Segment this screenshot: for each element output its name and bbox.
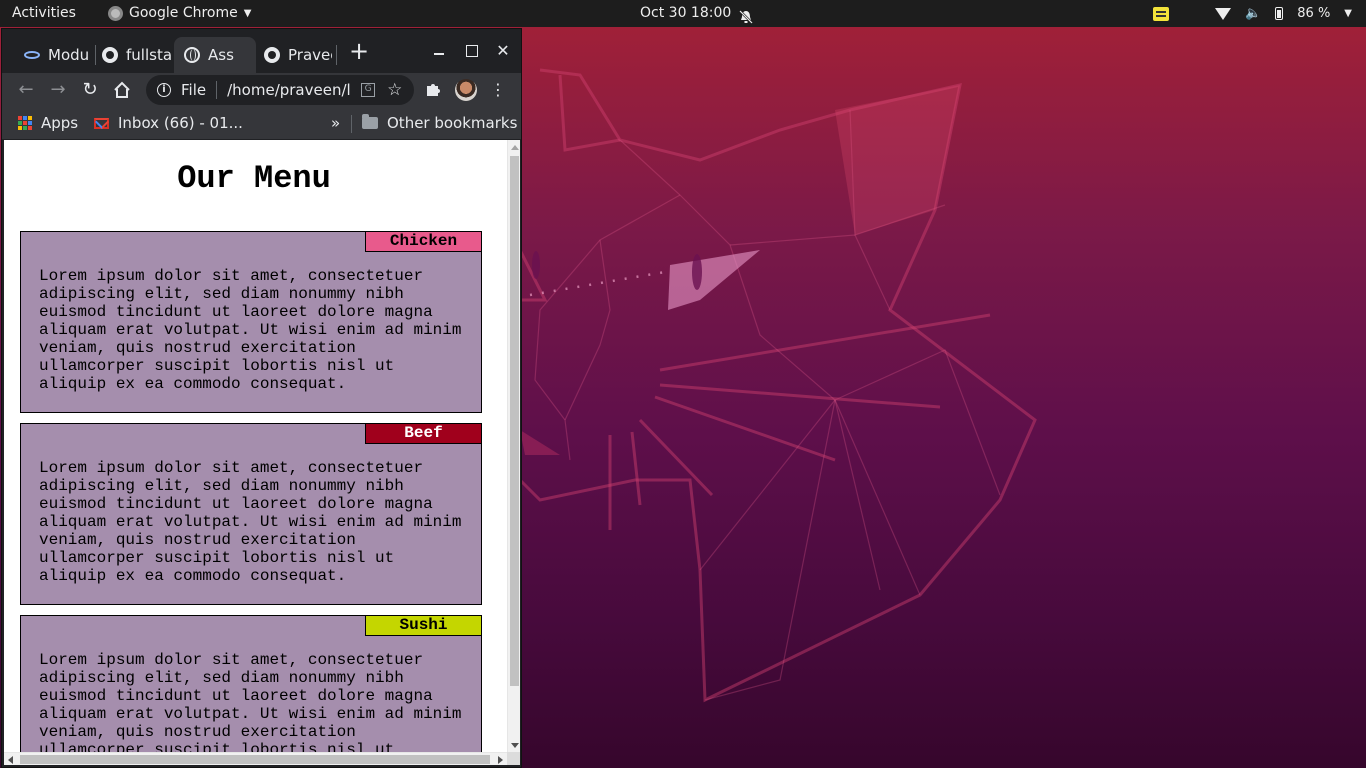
github-icon	[264, 47, 280, 63]
site-chip: File	[181, 81, 207, 99]
bookmark-label: Inbox (66) - 01...	[118, 114, 243, 132]
menu-card-label: Beef	[365, 423, 482, 444]
forward-button[interactable]: →	[45, 77, 71, 103]
menu-card-label: Chicken	[365, 231, 482, 252]
tab-praveen[interactable]: Praveen	[246, 37, 332, 73]
bookmark-apps[interactable]: Apps	[18, 107, 78, 139]
new-tab-button[interactable]: +	[349, 39, 369, 63]
bookmark-star-icon[interactable]: ☆	[387, 80, 402, 100]
gnome-top-bar: Activities Google Chrome ▼ Oct 30 18:00 …	[0, 0, 1366, 27]
tab-label: fullsta	[126, 46, 172, 64]
address-bar[interactable]: i File /home/praveen/l... G ☆	[146, 75, 414, 105]
bookmarks-separator	[351, 115, 352, 133]
infinity-icon	[24, 51, 40, 59]
menu-button[interactable]: ⋮	[485, 77, 511, 103]
scrollbar-corner	[507, 752, 520, 765]
horizontal-scrollbar[interactable]	[4, 752, 507, 765]
bookmark-other[interactable]: Other bookmarks	[362, 107, 517, 139]
profile-avatar[interactable]	[455, 79, 477, 101]
tab-modu[interactable]: Modu	[6, 37, 94, 73]
bookmarks-bar: Apps Inbox (66) - 01... » Other bookmark…	[2, 107, 521, 139]
back-button[interactable]: ←	[13, 77, 39, 103]
chrome-window: Modu fullsta Ass Praveen + ✕ ← → ↻ i Fil…	[1, 28, 522, 768]
app-menu-label: Google Chrome	[129, 5, 238, 21]
scroll-right-arrow-icon[interactable]	[498, 756, 503, 764]
home-button[interactable]	[109, 77, 135, 103]
vertical-scrollbar[interactable]	[507, 140, 520, 752]
activities-button[interactable]: Activities	[12, 0, 76, 27]
extensions-button[interactable]	[420, 77, 446, 103]
chrome-icon	[108, 6, 123, 21]
chevron-down-icon: ▼	[1344, 8, 1352, 19]
bookmarks-overflow-button[interactable]: »	[331, 107, 340, 139]
menu-card-chicken: Chicken Lorem ipsum dolor sit amet, cons…	[20, 231, 482, 413]
reload-button[interactable]: ↻	[77, 77, 103, 103]
omnibox-divider	[216, 81, 218, 99]
battery-icon	[1275, 7, 1284, 20]
scroll-down-arrow-icon[interactable]	[511, 743, 519, 748]
bookmark-inbox[interactable]: Inbox (66) - 01...	[94, 107, 243, 139]
menu-card-text: Lorem ipsum dolor sit amet, consectetuer…	[39, 651, 462, 752]
chevron-down-icon: ▼	[243, 8, 252, 19]
close-window-button[interactable]: ✕	[493, 41, 513, 61]
notifications-muted-icon	[739, 7, 754, 24]
overflow-chevron: »	[331, 114, 341, 132]
volume-muted-icon: 🔈	[1245, 6, 1262, 21]
clock-label: Oct 30 18:00	[640, 5, 732, 21]
horizontal-scroll-thumb[interactable]	[20, 755, 490, 764]
menu-card-sushi: Sushi Lorem ipsum dolor sit amet, consec…	[20, 615, 482, 752]
menu-card-text: Lorem ipsum dolor sit amet, consectetuer…	[39, 267, 462, 393]
system-tray[interactable]: 🔈 86 % ▼	[1153, 0, 1352, 27]
tab-fullstack[interactable]: fullsta	[84, 37, 172, 73]
url-text[interactable]: /home/praveen/l...	[227, 81, 351, 99]
tab-label: Modu	[48, 46, 90, 64]
translate-icon[interactable]: G	[361, 83, 376, 97]
scroll-left-arrow-icon[interactable]	[8, 756, 13, 764]
page-viewport: Our Menu Chicken Lorem ipsum dolor sit a…	[4, 140, 520, 765]
page-title: Our Menu	[177, 160, 331, 197]
battery-percent: 86 %	[1297, 6, 1331, 21]
sticky-notes-icon[interactable]	[1153, 6, 1170, 21]
tab-label: Praveen	[288, 46, 332, 64]
scroll-up-arrow-icon[interactable]	[511, 145, 519, 150]
apps-grid-icon	[18, 116, 32, 130]
menu-card-label: Sushi	[365, 615, 482, 636]
tab-label: Ass	[208, 46, 234, 64]
tab-assignment-active[interactable]: Ass	[174, 37, 256, 73]
menu-card-text: Lorem ipsum dolor sit amet, consectetuer…	[39, 459, 462, 585]
github-icon	[102, 47, 118, 63]
gmail-icon	[94, 117, 109, 129]
clock[interactable]: Oct 30 18:00	[640, 0, 754, 27]
wifi-icon	[1215, 7, 1232, 20]
minimize-button[interactable]	[429, 41, 449, 61]
tab-separator	[336, 45, 337, 65]
menu-card-beef: Beef Lorem ipsum dolor sit amet, consect…	[20, 423, 482, 605]
home-icon	[114, 81, 130, 98]
folder-icon	[362, 114, 378, 129]
bookmark-label: Other bookmarks	[387, 114, 518, 132]
bookmark-label: Apps	[41, 114, 79, 132]
app-menu[interactable]: Google Chrome ▼	[108, 0, 251, 27]
page-content: Our Menu Chicken Lorem ipsum dolor sit a…	[4, 140, 507, 752]
maximize-button[interactable]	[461, 41, 481, 61]
globe-icon	[184, 47, 200, 63]
vertical-scroll-thumb[interactable]	[510, 156, 519, 686]
browser-toolbar: ← → ↻ i File /home/praveen/l... G ☆ ⋮	[2, 73, 521, 107]
puzzle-icon	[427, 84, 440, 96]
tab-strip: Modu fullsta Ass Praveen + ✕	[2, 29, 521, 73]
site-info-icon[interactable]: i	[157, 83, 171, 97]
